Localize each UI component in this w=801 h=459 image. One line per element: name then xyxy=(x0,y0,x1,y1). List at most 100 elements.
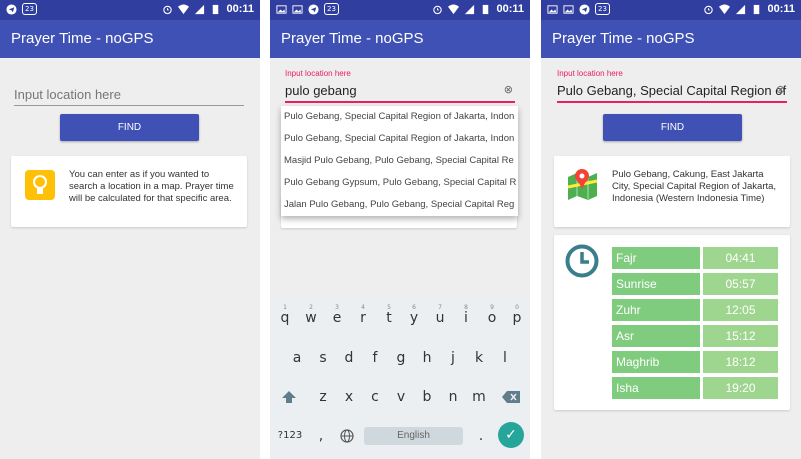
key-c[interactable]: c xyxy=(364,383,386,411)
key-f[interactable]: f xyxy=(364,344,386,372)
input-float-label: Input location here xyxy=(285,69,351,78)
map-pin-icon xyxy=(567,169,598,200)
key-m[interactable]: m xyxy=(468,383,490,411)
key-q[interactable]: 1q xyxy=(274,304,296,332)
period-key[interactable]: . xyxy=(470,422,492,450)
language-key[interactable] xyxy=(336,422,358,450)
alarm-icon xyxy=(433,5,443,14)
prayer-name: Maghrib xyxy=(612,351,700,373)
key-z[interactable]: z xyxy=(312,383,334,411)
key-d[interactable]: d xyxy=(338,344,360,372)
key-j[interactable]: j xyxy=(442,344,464,372)
shift-key[interactable] xyxy=(278,383,300,411)
soft-keyboard: 1q 2w 3e 4r 5t 6y 7u 8i 9o 0p a s d f g … xyxy=(270,298,530,459)
suggestion-item[interactable]: Masjid Pulo Gebang, Pulo Gebang, Special… xyxy=(281,150,518,172)
key-w[interactable]: 2w xyxy=(300,304,322,332)
battery-icon xyxy=(754,4,760,14)
image-icon xyxy=(276,4,287,14)
clear-icon[interactable]: ⊗ xyxy=(776,83,785,96)
input-float-label: Input location here xyxy=(557,69,623,78)
clock-time: 00:11 xyxy=(767,3,795,15)
key-o[interactable]: 9o xyxy=(481,304,503,332)
clock-time: 00:11 xyxy=(496,3,524,15)
battery-icon xyxy=(213,4,219,14)
prayer-name: Fajr xyxy=(612,247,700,269)
prayer-time: 05:57 xyxy=(703,273,778,295)
wifi-icon xyxy=(719,3,731,14)
status-bar: 23 00:11 xyxy=(0,0,260,20)
key-y[interactable]: 6y xyxy=(403,304,425,332)
key-p[interactable]: 0p xyxy=(506,304,528,332)
location-input[interactable]: Input location here Pulo Gebang, Special… xyxy=(557,69,787,103)
find-button[interactable]: FIND xyxy=(60,114,199,141)
screen-search: 23 00:11 Prayer Time - noGPS Input locat… xyxy=(270,0,530,459)
key-u[interactable]: 7u xyxy=(429,304,451,332)
prayer-time: 04:41 xyxy=(703,247,778,269)
telegram-icon xyxy=(6,3,17,15)
signal-icon xyxy=(195,4,205,14)
clock-time: 00:11 xyxy=(226,3,254,15)
space-key[interactable]: English xyxy=(364,427,463,445)
wifi-icon xyxy=(448,3,460,14)
prayer-row: Zuhr 12:05 xyxy=(612,299,778,321)
comma-key[interactable]: , xyxy=(310,422,332,450)
symbols-key[interactable]: ?123 xyxy=(276,422,304,450)
battery-icon xyxy=(483,4,489,14)
prayer-row: Sunrise 05:57 xyxy=(612,273,778,295)
suggestion-item[interactable]: Pulo Gebang, Special Capital Region of J… xyxy=(281,128,518,150)
location-input-value[interactable]: pulo gebang xyxy=(285,81,515,101)
suggestion-list: Pulo Gebang, Special Capital Region of J… xyxy=(281,106,518,216)
key-l[interactable]: l xyxy=(494,344,516,372)
keyboard-row-1: 1q 2w 3e 4r 5t 6y 7u 8i 9o 0p xyxy=(270,304,530,334)
prayer-time: 15:12 xyxy=(703,325,778,347)
location-input[interactable]: Input location here xyxy=(14,85,244,106)
signal-icon xyxy=(465,4,475,14)
key-x[interactable]: x xyxy=(338,383,360,411)
prayer-times-table: Fajr 04:41 Sunrise 05:57 Zuhr 12:05 Asr … xyxy=(612,247,778,403)
location-text: Pulo Gebang, Cakung, East Jakarta City, … xyxy=(612,169,777,204)
app-title: Prayer Time - noGPS xyxy=(0,20,260,58)
clear-icon[interactable]: ⊗ xyxy=(504,83,513,96)
signal-icon xyxy=(736,4,746,14)
prayer-row: Isha 19:20 xyxy=(612,377,778,399)
key-r[interactable]: 4r xyxy=(352,304,374,332)
enter-key[interactable]: ✓ xyxy=(498,422,524,448)
suggestion-item[interactable]: Jalan Pulo Gebang, Pulo Gebang, Special … xyxy=(281,194,518,216)
location-placeholder[interactable]: Input location here xyxy=(14,85,244,105)
app-title: Prayer Time - noGPS xyxy=(270,20,530,58)
key-v[interactable]: v xyxy=(390,383,412,411)
status-bar: 23 00:11 xyxy=(270,0,530,20)
prayer-row: Maghrib 18:12 xyxy=(612,351,778,373)
lightbulb-icon xyxy=(25,170,55,200)
key-g[interactable]: g xyxy=(390,344,412,372)
shift-icon xyxy=(282,391,296,403)
prayer-name: Zuhr xyxy=(612,299,700,321)
suggestion-item[interactable]: Pulo Gebang, Special Capital Region of J… xyxy=(281,106,518,128)
location-input-value[interactable]: Pulo Gebang, Special Capital Region of xyxy=(557,81,787,101)
prayer-name: Asr xyxy=(612,325,700,347)
screen-results: 23 00:11 Prayer Time - noGPS Input locat… xyxy=(541,0,801,459)
key-n[interactable]: n xyxy=(442,383,464,411)
input-underline xyxy=(285,101,515,103)
key-h[interactable]: h xyxy=(416,344,438,372)
key-e[interactable]: 3e xyxy=(326,304,348,332)
screen-home: 23 00:11 Prayer Time - noGPS Input locat… xyxy=(0,0,260,459)
backspace-key[interactable] xyxy=(500,383,522,411)
key-t[interactable]: 5t xyxy=(378,304,400,332)
key-k[interactable]: k xyxy=(468,344,490,372)
find-button[interactable]: FIND xyxy=(603,114,742,141)
location-input[interactable]: Input location here pulo gebang ⊗ xyxy=(285,69,515,103)
app-title: Prayer Time - noGPS xyxy=(541,20,801,58)
globe-icon xyxy=(340,429,354,443)
location-card: Pulo Gebang, Cakung, East Jakarta City, … xyxy=(554,156,790,227)
key-i[interactable]: 8i xyxy=(455,304,477,332)
suggestion-item[interactable]: Pulo Gebang Gypsum, Pulo Gebang, Special… xyxy=(281,172,518,194)
key-a[interactable]: a xyxy=(286,344,308,372)
key-s[interactable]: s xyxy=(312,344,334,372)
prayer-time: 19:20 xyxy=(703,377,778,399)
keyboard-row-4: ?123 , English . ✓ xyxy=(270,422,530,452)
prayer-name: Isha xyxy=(612,377,700,399)
telegram-icon xyxy=(579,3,590,15)
hint-text: You can enter as if you wanted to search… xyxy=(69,169,234,204)
key-b[interactable]: b xyxy=(416,383,438,411)
